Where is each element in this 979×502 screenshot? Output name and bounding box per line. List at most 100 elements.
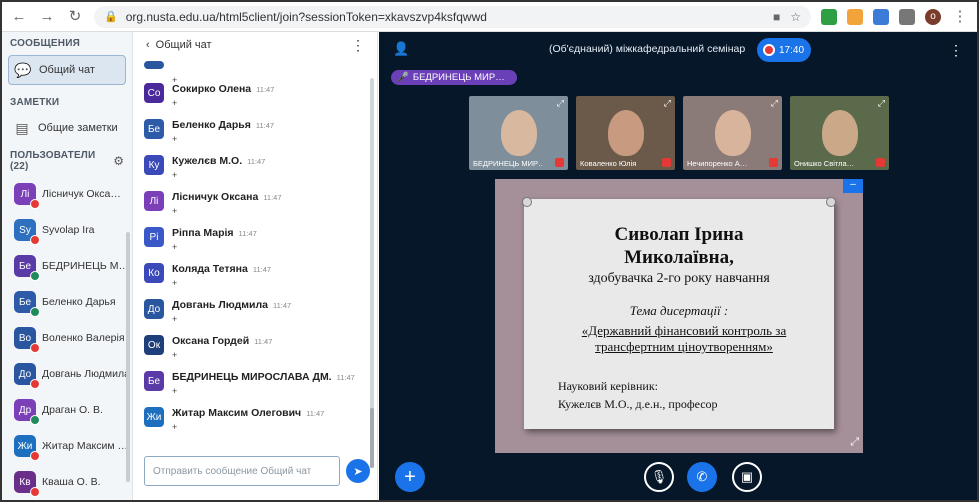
extension-emoji-icon[interactable]	[847, 8, 863, 25]
microphone-icon: 🎤	[397, 72, 409, 83]
browser-menu-icon[interactable]: ⋮	[951, 8, 969, 26]
chat-message-input[interactable]	[144, 456, 340, 486]
forward-arrow-icon[interactable]: →	[38, 8, 56, 26]
user-list: Лі Лісничук Окса… (Вы) Sy Syvolap Ira Бе БЕД…	[2, 176, 132, 500]
avatar: Лі	[14, 183, 40, 209]
avatar: Со	[144, 83, 164, 103]
user-list-item[interactable]: Sy Syvolap Ira	[2, 212, 132, 248]
browser-toolbar: ← → ↻ 🔒 org.nusta.edu.ua/html5client/joi…	[2, 2, 977, 32]
recording-indicator[interactable]: 17:40	[757, 38, 811, 62]
extension-diamond-icon[interactable]	[873, 8, 889, 25]
mic-status-icon	[30, 307, 40, 317]
lock-icon[interactable]: 🔒	[104, 10, 118, 23]
slide-subtitle: здобувачка 2-го року навчання	[588, 271, 770, 286]
avatar-initials: Рі	[149, 231, 159, 243]
sidebar-item-label: Общие заметки	[38, 122, 118, 134]
message-header: БЕДРИНЕЦЬ МИРОСЛАВА ДМ. 11:47	[172, 369, 355, 383]
message-header: Лісничук Оксана 11:47	[172, 189, 282, 203]
message-time: 11:47	[273, 301, 292, 310]
slide-supervisor-line-1: Науковий керівник:	[558, 379, 658, 393]
user-name-text: Житар Максим О…	[42, 440, 130, 452]
chat-message: Бе БЕДРИНЕЦЬ МИРОСЛАВА ДМ. 11:47 +	[134, 366, 370, 402]
user-list-item[interactable]: Бе БЕДРИНЕЦЬ МИ…	[2, 248, 132, 284]
message-body: Ріппа Марія 11:47 +	[172, 225, 257, 255]
profile-avatar[interactable]: o	[925, 8, 941, 25]
message-text: +	[172, 278, 178, 288]
message-body: Кужелєв М.О. 11:47 +	[172, 153, 265, 183]
send-button[interactable]: ➤	[346, 459, 370, 483]
fullscreen-icon[interactable]: ⤢	[850, 436, 859, 449]
user-list-item[interactable]: Бе Беленко Дарья	[2, 284, 132, 320]
message-text: +	[172, 314, 178, 324]
message-body: Оксана Гордей 11:47 +	[172, 333, 272, 363]
minimize-presentation-button[interactable]: –	[843, 179, 863, 193]
avatar-initials: Лі	[20, 188, 30, 200]
avatar-initials: Sy	[19, 224, 31, 236]
reload-icon[interactable]: ↻	[66, 8, 84, 26]
avatar: Бе	[144, 119, 164, 139]
mic-status-icon	[30, 487, 40, 497]
webcam-strip: ⤢ БЕДРИНЕЦЬ МИР… ⤢ Коваленко Юлія ⤢ Нечипорен…	[469, 96, 889, 170]
camera-icon[interactable]: ■	[773, 10, 780, 24]
chat-title[interactable]: Общий чат	[156, 39, 212, 51]
webcam-label: Коваленко Юлія	[580, 159, 637, 168]
user-list-item[interactable]: До Довгань Людмила	[2, 356, 132, 392]
add-action-button[interactable]: +	[395, 462, 425, 492]
chevron-left-icon[interactable]: ‹	[146, 39, 150, 51]
webcam-tile[interactable]: ⤢ Онишко Світла…	[790, 96, 889, 170]
star-icon[interactable]: ☆	[790, 10, 801, 24]
chat-options-icon[interactable]: ⋮	[351, 37, 365, 54]
chat-message: Жи Житар Максим Олегович 11:47 +	[134, 402, 370, 438]
webcam-tile[interactable]: ⤢ БЕДРИНЕЦЬ МИР…	[469, 96, 568, 170]
expand-icon[interactable]: ⤢	[557, 98, 564, 109]
expand-icon[interactable]: ⤢	[771, 98, 778, 109]
user-list-scrollbar[interactable]	[126, 232, 130, 482]
user-list-item[interactable]: Лі Лісничук Окса… (Вы)	[2, 176, 132, 212]
chat-scrollbar[interactable]	[370, 78, 374, 468]
users-header: ПОЛЬЗОВАТЕЛИ (22) ⚙	[2, 142, 132, 176]
gear-icon[interactable]: ⚙	[113, 154, 124, 168]
participant-video	[501, 110, 537, 156]
message-body: Житар Максим Олегович 11:47 +	[172, 405, 324, 435]
sidebar-item-public-chat[interactable]: 💬 Общий чат	[8, 55, 126, 85]
extensions-puzzle-icon[interactable]	[899, 8, 915, 25]
sidebar-item-shared-notes[interactable]: ▤ Общие заметки	[8, 114, 126, 142]
mute-microphone-button[interactable]: 🎙	[644, 462, 674, 492]
app-window: ← → ↻ 🔒 org.nusta.edu.ua/html5client/joi…	[0, 0, 979, 502]
user-name-text: Драган О. В.	[42, 404, 103, 416]
url-text[interactable]: org.nusta.edu.ua/html5client/join?sessio…	[126, 10, 487, 24]
extension-shield-icon[interactable]	[821, 8, 837, 25]
avatar: Жи	[14, 435, 40, 461]
message-sender: Житар Максим Олегович	[172, 407, 302, 419]
talking-indicator: 🎤 БЕДРИНЕЦЬ МИР…	[391, 70, 517, 85]
message-time: 11:47	[255, 121, 275, 130]
chat-panel: ‹ Общий чат ⋮ + Со Сокирко Олена 11:47 + Бе Бе…	[134, 32, 378, 500]
share-webcam-button[interactable]: ▣	[732, 462, 762, 492]
user-list-item[interactable]: Жи Житар Максим О…	[2, 428, 132, 464]
user-name: Житар Максим О…	[42, 440, 130, 452]
address-bar[interactable]: 🔒 org.nusta.edu.ua/html5client/join?sess…	[94, 5, 811, 28]
slide-name-line-2: Миколаївна,	[624, 247, 734, 268]
chat-composer: ➤	[144, 456, 372, 486]
leave-audio-button[interactable]: ✆	[687, 462, 717, 492]
meeting-area: 👤 (Об'єднаний) міжкафедральний семінар 1…	[379, 32, 977, 500]
user-name-text: Лісничук Окса…	[42, 188, 121, 200]
avatar: Ку	[144, 155, 164, 175]
user-icon[interactable]: 👤	[393, 41, 409, 57]
webcam-tile[interactable]: ⤢ Нечипоренко А…	[683, 96, 782, 170]
webcam-tile[interactable]: ⤢ Коваленко Юлія	[576, 96, 675, 170]
record-dot-icon	[763, 44, 775, 56]
avatar: Др	[14, 399, 40, 425]
expand-icon[interactable]: ⤢	[664, 98, 671, 109]
user-list-item[interactable]: Во Воленко Валерія	[2, 320, 132, 356]
slide-topic: «Державний фінансовий контроль за трансф…	[534, 323, 834, 355]
slide-theme-label: Тема дисертації :	[629, 303, 729, 318]
avatar-initials: Жи	[146, 411, 162, 423]
message-body: Сокирко Олена 11:47 +	[172, 81, 274, 111]
expand-icon[interactable]: ⤢	[878, 98, 885, 109]
meeting-options-icon[interactable]: ⋮	[949, 42, 963, 59]
user-list-item[interactable]: Др Драган О. В.	[2, 392, 132, 428]
user-list-item[interactable]: Кв Кваша О. В.	[2, 464, 132, 500]
chat-message: Ку Кужелєв М.О. 11:47 +	[134, 150, 370, 186]
back-arrow-icon[interactable]: ←	[10, 8, 28, 26]
